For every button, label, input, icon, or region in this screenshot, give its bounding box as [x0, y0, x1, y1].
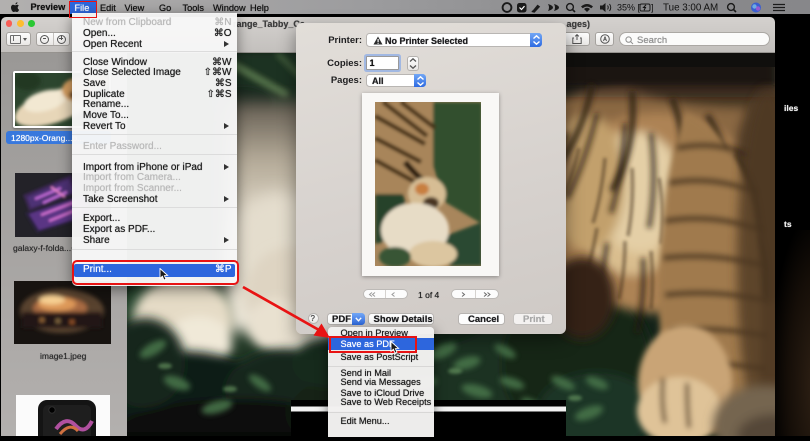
svg-text:35% [: 35% [: [617, 3, 641, 13]
svg-text:Tue 3:00 AM: Tue 3:00 AM: [663, 3, 718, 14]
svg-text:]: ]: [651, 3, 654, 13]
